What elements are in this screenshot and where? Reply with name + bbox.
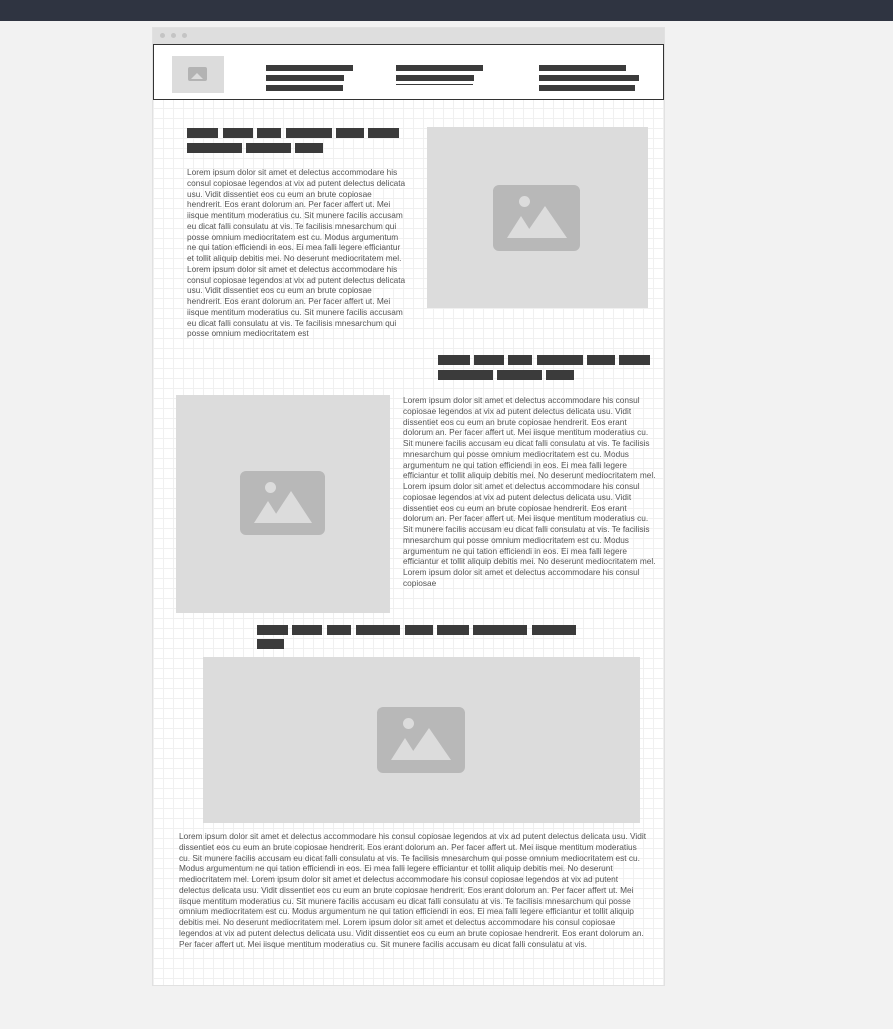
heading-word-bar [546, 370, 574, 380]
window-dot-close-icon[interactable] [160, 33, 165, 38]
heading-word-bar [292, 625, 322, 635]
section-1-image-placeholder[interactable] [427, 127, 648, 308]
nav-text-bar [539, 65, 626, 71]
heading-word-bar [532, 625, 576, 635]
heading-word-bar [257, 639, 284, 649]
heading-word-bar [187, 143, 242, 153]
heading-word-bar [438, 355, 470, 365]
site-header [153, 44, 664, 100]
heading-word-bar [405, 625, 433, 635]
heading-word-bar [497, 370, 542, 380]
heading-word-bar [438, 370, 493, 380]
heading-word-bar [508, 355, 532, 365]
heading-word-bar [356, 625, 400, 635]
window-dot-maximize-icon[interactable] [182, 33, 187, 38]
image-placeholder-icon [493, 185, 580, 251]
top-app-bar [0, 0, 893, 21]
nav-text-bar [266, 85, 343, 91]
browser-window: Lorem ipsum dolor sit amet et delectus a… [152, 27, 665, 986]
nav-underline [396, 84, 473, 85]
heading-word-bar [257, 625, 288, 635]
heading-word-bar [336, 128, 364, 138]
heading-word-bar [437, 625, 469, 635]
image-placeholder-icon [377, 707, 465, 773]
heading-word-bar [587, 355, 615, 365]
heading-word-bar [474, 355, 504, 365]
logo-image-placeholder[interactable] [172, 56, 224, 93]
heading-word-bar [286, 128, 332, 138]
heading-word-bar [223, 128, 253, 138]
section-3-image-placeholder[interactable] [203, 657, 640, 823]
section-2-body-text: Lorem ipsum dolor sit amet et delectus a… [403, 395, 656, 588]
heading-word-bar [295, 143, 323, 153]
heading-word-bar [327, 625, 351, 635]
window-dot-minimize-icon[interactable] [171, 33, 176, 38]
section-2-image-placeholder[interactable] [176, 395, 390, 613]
heading-word-bar [246, 143, 291, 153]
nav-text-bar [266, 65, 353, 71]
nav-text-bar [396, 75, 474, 81]
heading-word-bar [187, 128, 218, 138]
heading-word-bar [368, 128, 399, 138]
heading-word-bar [619, 355, 650, 365]
nav-text-bar [396, 65, 483, 71]
image-placeholder-icon [188, 67, 207, 81]
heading-word-bar [473, 625, 527, 635]
image-placeholder-icon [240, 471, 325, 535]
nav-text-bar [539, 85, 635, 91]
heading-word-bar [257, 128, 281, 138]
section-1-body-text: Lorem ipsum dolor sit amet et delectus a… [187, 167, 406, 339]
heading-word-bar [537, 355, 583, 365]
nav-text-bar [539, 75, 639, 81]
window-titlebar [153, 28, 664, 44]
section-3-body-text: Lorem ipsum dolor sit amet et delectus a… [179, 831, 647, 949]
nav-text-bar [266, 75, 344, 81]
